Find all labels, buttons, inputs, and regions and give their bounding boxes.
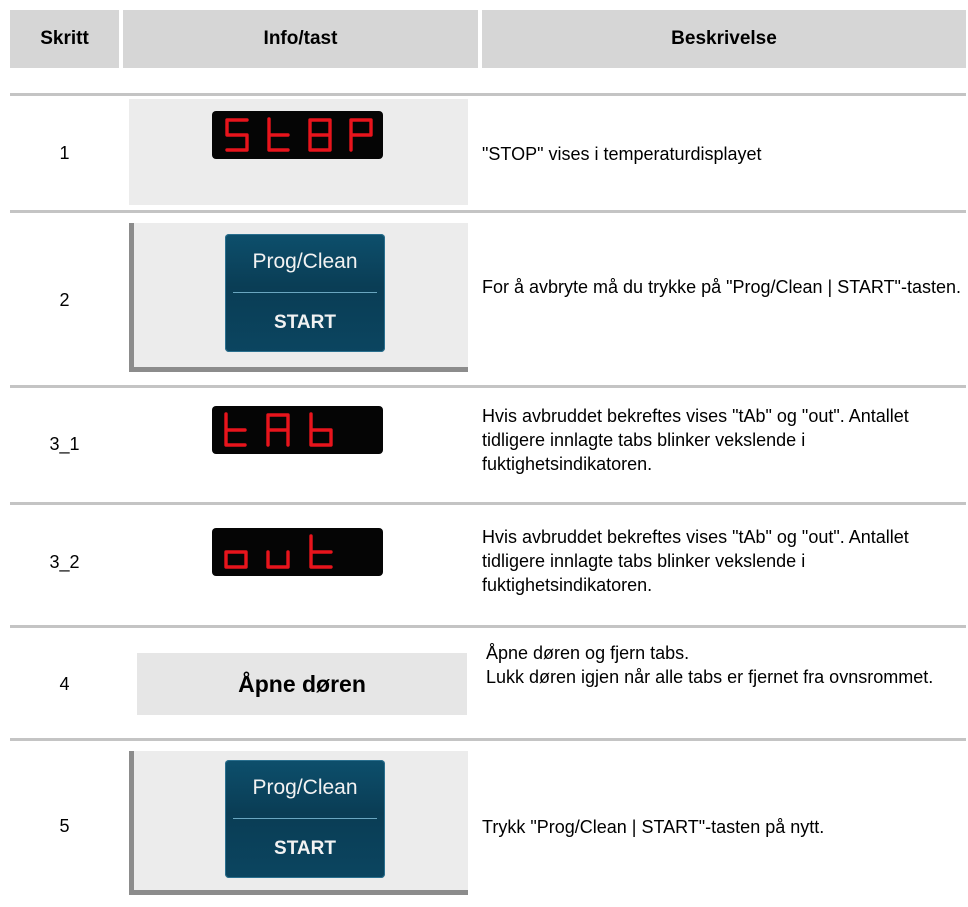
- step-number: 5: [59, 816, 70, 836]
- open-door-label: Åpne døren: [137, 653, 467, 715]
- step-number: 4: [59, 674, 70, 694]
- step-number: 1: [59, 143, 70, 163]
- key-label-top: Prog/Clean: [252, 776, 358, 799]
- row-separator: [10, 625, 966, 628]
- prog-clean-start-key[interactable]: Prog/Clean START: [225, 760, 385, 878]
- key-divider: [233, 292, 377, 293]
- display-out: [212, 528, 383, 576]
- description: Hvis avbruddet bekreftes vises "tAb" og …: [482, 406, 909, 474]
- key-label-top: Prog/Clean: [252, 250, 358, 273]
- description: "STOP" vises i temperaturdisplayet: [482, 144, 762, 164]
- step-number: 3_2: [49, 552, 80, 572]
- header-info: Info/tast: [123, 10, 478, 68]
- description: Trykk "Prog/Clean | START"-tasten på nyt…: [482, 817, 825, 837]
- description: Hvis avbruddet bekreftes vises "tAb" og …: [482, 527, 909, 595]
- description-line-1: Åpne døren og fjern tabs.: [486, 643, 690, 663]
- segment-display-out: [224, 534, 333, 569]
- prog-clean-start-key[interactable]: Prog/Clean START: [225, 234, 385, 352]
- description: For å avbryte må du trykke på "Prog/Clea…: [482, 277, 961, 297]
- row-separator: [10, 210, 966, 213]
- step-number: 2: [59, 290, 70, 310]
- segment-display-tab: [224, 412, 333, 447]
- row-separator: [10, 93, 966, 96]
- key-label-bottom: START: [274, 312, 336, 333]
- key-divider: [233, 818, 377, 819]
- key-label-bottom: START: [274, 838, 336, 859]
- header-step: Skritt: [10, 10, 119, 68]
- segment-display-stop: [225, 117, 373, 152]
- display-tab: [212, 406, 383, 454]
- step-number: 3_1: [49, 434, 80, 454]
- header-description: Beskrivelse: [482, 10, 966, 68]
- row-separator: [10, 502, 966, 505]
- row-separator: [10, 738, 966, 741]
- row-separator: [10, 385, 966, 388]
- description-line-2: Lukk døren igjen når alle tabs er fjerne…: [486, 667, 934, 687]
- display-stop: [212, 111, 383, 159]
